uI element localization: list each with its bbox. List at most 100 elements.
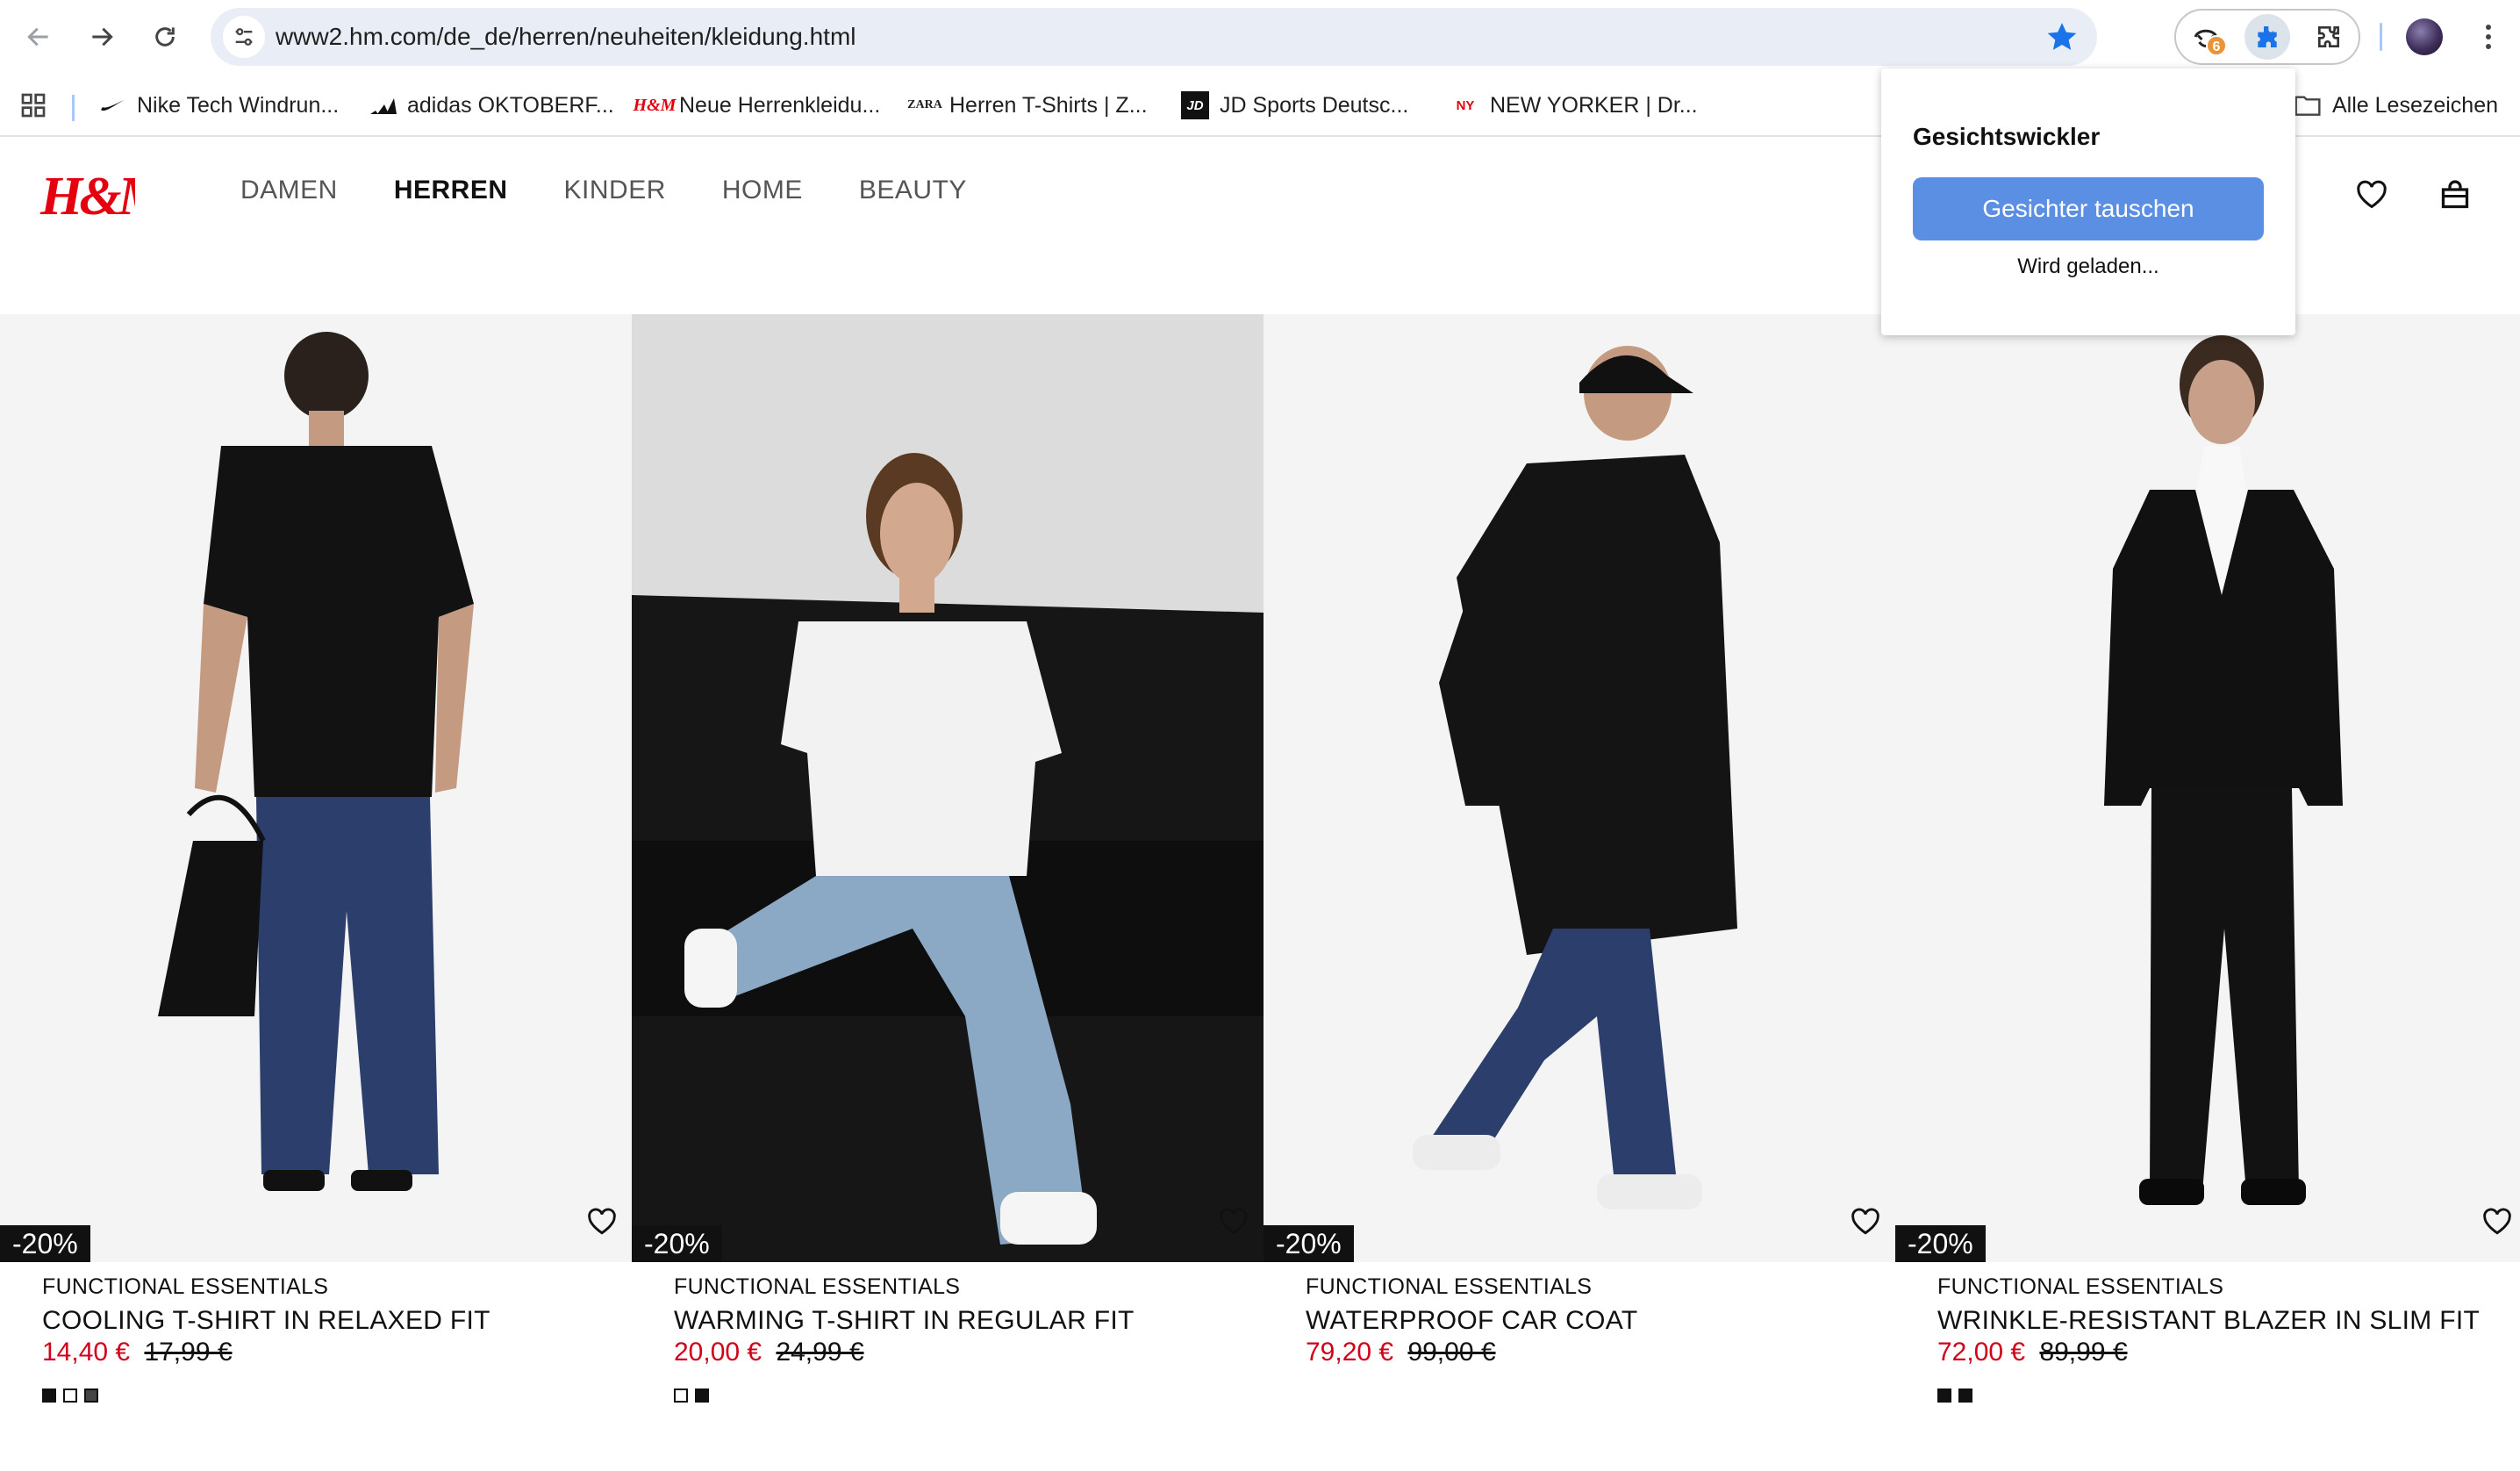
arrow-right-icon: [92, 27, 113, 47]
extension-button-bearded[interactable]: 6: [2183, 14, 2229, 60]
discount-badge: -20%: [1895, 1225, 1986, 1262]
nav-kinder[interactable]: KINDER: [564, 176, 666, 205]
bookmark-label: Neue Herrenkleidu...: [679, 92, 881, 118]
product-brand: FUNCTIONAL ESSENTIALS: [42, 1274, 329, 1299]
extensions-menu-button[interactable]: [2306, 14, 2352, 60]
color-swatch[interactable]: [42, 1388, 56, 1403]
product-card[interactable]: -20% FUNCTIONAL ESSENTIALS COOLING T-SHI…: [0, 314, 632, 1471]
bookmark-adidas[interactable]: adidas OKTOBERF...: [369, 74, 614, 137]
product-prices: 14,40 € 17,99 €: [42, 1338, 233, 1367]
browser-menu-button[interactable]: [2471, 18, 2506, 56]
hm-logo[interactable]: H&M: [39, 160, 171, 230]
color-swatch[interactable]: [84, 1388, 98, 1403]
original-price: 89,99 €: [2039, 1338, 2128, 1367]
nav-herren[interactable]: HERREN: [394, 176, 508, 205]
site-info-button[interactable]: [223, 16, 265, 58]
main-navigation: DAMEN HERREN KINDER HOME BEAUTY: [240, 176, 1023, 205]
product-card[interactable]: -20% FUNCTIONAL ESSENTIALS WATERPROOF CA…: [1264, 314, 1895, 1471]
discount-badge: -20%: [0, 1225, 90, 1262]
back-button[interactable]: [18, 16, 60, 58]
product-name[interactable]: COOLING T-SHIRT IN RELAXED FIT: [42, 1306, 490, 1336]
bookmarks-separator: [72, 95, 75, 121]
profile-avatar[interactable]: [2406, 18, 2443, 55]
sale-price: 14,40 €: [42, 1338, 131, 1367]
bookmark-hm[interactable]: H&M Neue Herrenkleidu...: [633, 74, 881, 137]
zara-icon: ZARA: [907, 98, 942, 111]
discount-badge: -20%: [632, 1225, 722, 1262]
all-bookmarks-button[interactable]: Alle Lesezeichen: [2294, 74, 2498, 137]
add-to-favorites-button[interactable]: [583, 1202, 621, 1241]
address-bar[interactable]: www2.hm.com/de_de/herren/neuheiten/kleid…: [211, 8, 2097, 66]
svg-text:H&M: H&M: [39, 167, 135, 226]
shopping-bag-icon: [2441, 180, 2469, 209]
bookmark-jd-sports[interactable]: JD JD Sports Deutsc...: [1181, 74, 1408, 137]
add-to-favorites-button[interactable]: [1846, 1202, 1885, 1241]
adidas-icon: [369, 91, 397, 119]
product-image[interactable]: [632, 314, 1264, 1262]
color-swatches: [42, 1388, 98, 1403]
color-swatch[interactable]: [63, 1388, 77, 1403]
product-image[interactable]: [0, 314, 632, 1262]
product-image[interactable]: [1895, 314, 2520, 1262]
arrow-left-icon: [27, 27, 48, 47]
bookmark-label: Herren T-Shirts | Z...: [949, 92, 1148, 118]
jd-icon: JD: [1181, 91, 1209, 119]
product-name[interactable]: WARMING T-SHIRT IN REGULAR FIT: [674, 1306, 1135, 1336]
swap-faces-button[interactable]: Gesichter tauschen: [1913, 177, 2264, 240]
extension-badge: 6: [2206, 35, 2227, 56]
folder-icon: [2294, 91, 2322, 119]
add-to-favorites-button[interactable]: [1214, 1202, 1253, 1241]
forward-button[interactable]: [81, 16, 123, 58]
product-name[interactable]: WRINKLE-RESISTANT BLAZER IN SLIM FIT: [1937, 1306, 2480, 1336]
apps-button[interactable]: [19, 74, 47, 137]
bookmark-new-yorker[interactable]: NY NEW YORKER | Dr...: [1451, 74, 1698, 137]
reload-button[interactable]: [144, 16, 186, 58]
product-card[interactable]: -20% FUNCTIONAL ESSENTIALS WRINKLE-RESIS…: [1895, 314, 2520, 1471]
cart-button[interactable]: [2436, 176, 2474, 214]
nav-damen[interactable]: DAMEN: [240, 176, 338, 205]
sale-price: 79,20 €: [1306, 1338, 1394, 1367]
popup-title: Gesichtswickler: [1913, 123, 2101, 150]
product-image[interactable]: [1264, 314, 1895, 1262]
product-brand: FUNCTIONAL ESSENTIALS: [1306, 1274, 1593, 1299]
url-text[interactable]: www2.hm.com/de_de/herren/neuheiten/kleid…: [276, 8, 856, 66]
product-brand: FUNCTIONAL ESSENTIALS: [674, 1274, 961, 1299]
original-price: 17,99 €: [144, 1338, 233, 1367]
extension-popup: Gesichtswickler Gesichter tauschen Wird …: [1881, 68, 2295, 335]
nike-swoosh-icon: [98, 91, 126, 119]
color-swatch[interactable]: [1958, 1388, 1972, 1403]
product-prices: 72,00 € 89,99 €: [1937, 1338, 2128, 1367]
bookmark-label: JD Sports Deutsc...: [1220, 92, 1409, 118]
product-brand: FUNCTIONAL ESSENTIALS: [1937, 1274, 2224, 1299]
product-card[interactable]: -20% FUNCTIONAL ESSENTIALS WARMING T-SHI…: [632, 314, 1264, 1471]
heart-icon: [2357, 180, 2387, 209]
add-to-favorites-button[interactable]: [2478, 1202, 2516, 1241]
hm-icon: H&M: [633, 95, 677, 115]
bookmark-star-icon[interactable]: [2044, 19, 2080, 54]
color-swatch[interactable]: [695, 1388, 709, 1403]
product-prices: 20,00 € 24,99 €: [674, 1338, 864, 1367]
heart-icon: [1220, 1208, 1248, 1235]
loading-status: Wird geladen...: [2017, 255, 2159, 278]
bookmark-label: Nike Tech Windrun...: [137, 92, 340, 118]
nav-home[interactable]: HOME: [722, 176, 803, 205]
nav-beauty[interactable]: BEAUTY: [859, 176, 967, 205]
product-prices: 79,20 € 99,00 €: [1306, 1338, 1496, 1367]
heart-icon: [2483, 1208, 2511, 1235]
extension-button-puzzle-active[interactable]: [2244, 14, 2290, 60]
sale-price: 20,00 €: [674, 1338, 762, 1367]
favorites-button[interactable]: [2352, 176, 2391, 214]
extensions-group: 6: [2174, 9, 2360, 65]
browser-toolbar: www2.hm.com/de_de/herren/neuheiten/kleid…: [0, 0, 2520, 74]
reload-icon: [155, 27, 175, 47]
bookmark-zara[interactable]: ZARA Herren T-Shirts | Z...: [907, 74, 1148, 137]
color-swatches: [674, 1388, 709, 1403]
toolbar-separator: [2380, 23, 2382, 51]
color-swatch[interactable]: [1937, 1388, 1951, 1403]
color-swatch[interactable]: [674, 1388, 688, 1403]
bookmark-nike[interactable]: Nike Tech Windrun...: [98, 74, 339, 137]
puzzle-outline-icon: [2318, 26, 2339, 47]
product-name[interactable]: WATERPROOF CAR COAT: [1306, 1306, 1637, 1336]
discount-badge: -20%: [1264, 1225, 1354, 1262]
heart-icon: [1851, 1208, 1879, 1235]
